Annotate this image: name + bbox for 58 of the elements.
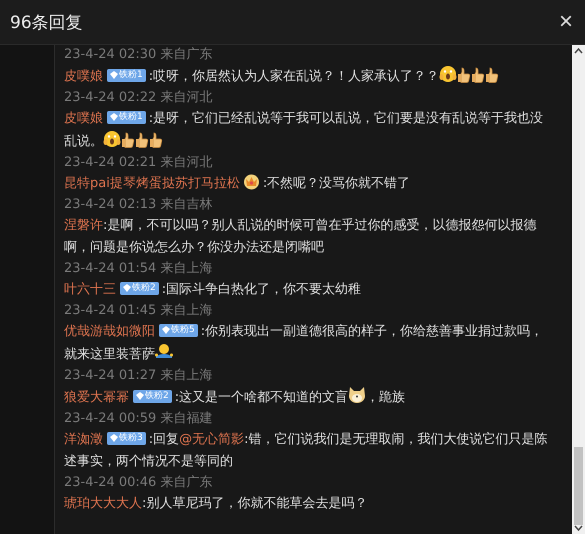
scrollbar[interactable] — [572, 45, 585, 534]
thumbs-up-icon — [471, 67, 486, 83]
comment-location: 来自福建 — [160, 411, 212, 426]
comment-text: 昆特pai提琴烤蛋挞苏打马拉松 :不然呢？没骂你就不错了 — [64, 173, 552, 195]
username-link[interactable]: 皮噗娘 — [64, 69, 103, 84]
comment-location: 来自上海 — [160, 303, 212, 318]
comment-text: 涅磐许:是啊，不可以吗？别人乱说的时候可曾在乎过你的感受，以德报怨何以报德啊，问题是你说怎么办？你没办法还是闭嘴吧 — [64, 217, 538, 257]
thumbs-up-icon — [457, 67, 472, 83]
comment-time: 23-4-24 02:22 — [64, 90, 156, 105]
comment-text: 叶六十三 铁粉2 :国际斗争白热化了，你不要太幼稚 — [64, 280, 362, 299]
comment-location: 来自上海 — [160, 261, 212, 276]
fan-level-badge: 铁粉5 — [159, 324, 198, 336]
comment-text: 琥珀大大大人:别人草尼玛了，你就不能草会去是吗？ — [64, 495, 368, 513]
close-button[interactable]: × — [554, 10, 577, 34]
comment-time: 23-4-24 01:27 — [64, 368, 156, 383]
comment-text: 皮噗娘 铁粉1 :哎呀，你居然认为人家在乱说？！人家承认了？？ — [64, 65, 552, 88]
window-title: 96条回复 — [10, 12, 83, 34]
scroll-thumb[interactable] — [574, 447, 583, 525]
comment-time: 23-4-24 00:59 — [64, 411, 156, 426]
thumbs-up-icon — [121, 132, 135, 148]
screaming-emoji-icon — [439, 65, 458, 83]
comment-text: 洋洳澂 铁粉3 :回复@无心简影:错，它们说我们是无理取闹，我们大使说它们只是陈述事实，两个情况不是等同的 — [64, 430, 549, 471]
thumbs-up-icon — [135, 132, 149, 148]
mention-link[interactable]: @无心简影 — [179, 432, 244, 447]
comment-text: 狼爱大幂幂 铁粉2 :这又是一个啥都不知道的文盲 ，跪族 — [64, 386, 552, 409]
fan-level-badge: 铁粉1 — [107, 110, 146, 124]
crown-icon — [242, 173, 260, 190]
comment-time: 23-4-24 01:54 — [64, 261, 156, 276]
comment-time: 23-4-24 00:46 — [64, 475, 156, 490]
username-link[interactable]: 昆特pai提琴烤蛋挞苏打马拉松 — [64, 176, 240, 191]
comment-time: 23-4-24 02:13 — [64, 197, 156, 212]
comment-location: 来自河北 — [160, 90, 212, 105]
fan-level-badge: 铁粉2 — [133, 390, 172, 402]
fan-level-badge: 铁粉2 — [120, 282, 159, 294]
comment-location: 来自广东 — [160, 47, 212, 62]
username-link[interactable]: 琥珀大大大人 — [64, 496, 142, 511]
comment-time: 23-4-24 02:30 — [64, 47, 156, 62]
fan-level-badge: 铁粉1 — [107, 68, 146, 82]
comment-location: 来自广东 — [160, 475, 212, 490]
thumbs-up-icon — [149, 132, 163, 148]
dog-emoji-icon — [348, 386, 366, 404]
shrug-emoji-icon — [155, 343, 173, 361]
comment-text: 皮噗娘 铁粉1 :是呀，它们已经乱说等于我可以乱说，它们要是没有乱说等于我也没乱说。 — [64, 110, 544, 151]
comment-location: 来自吉林 — [160, 197, 212, 212]
username-link[interactable]: 叶六十三 — [64, 282, 116, 297]
comment-time: 23-4-24 01:45 — [64, 303, 156, 318]
username-link[interactable]: 涅磐许 — [64, 218, 103, 233]
username-link[interactable]: 洋洳澂 — [64, 432, 103, 447]
username-link[interactable]: 狼爱大幂幂 — [64, 390, 129, 405]
thumbs-up-icon — [485, 67, 500, 83]
comment-location: 来自河北 — [160, 155, 212, 170]
username-link[interactable]: 皮噗娘 — [64, 111, 103, 126]
screaming-emoji-icon — [103, 130, 121, 148]
comment-text: 优哉游哉如微阳 铁粉5 :你别表现出一副道德很高的样子，你给慈善事业捐过款吗，就来这里装菩萨 — [64, 322, 544, 364]
comment-time: 23-4-24 02:21 — [64, 155, 156, 170]
fan-level-badge: 铁粉3 — [107, 432, 146, 444]
comment-location: 来自上海 — [160, 368, 212, 383]
username-link[interactable]: 优哉游哉如微阳 — [64, 324, 155, 339]
